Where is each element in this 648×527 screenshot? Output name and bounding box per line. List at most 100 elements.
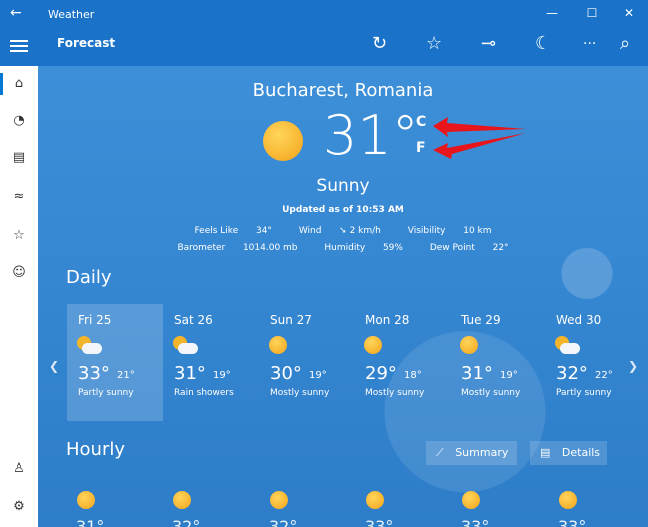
search-icon[interactable]: ⌕ [620,34,630,54]
refresh-icon[interactable]: ↻ [372,34,387,54]
pin-icon[interactable]: ⊸ [481,34,496,54]
sidebar: ⌂ ◔ ▤ ≈ ☆ ☺ ♙ ⚙ [0,66,39,527]
hour-temp: 32° [269,517,298,527]
day-low: 21° [117,370,135,381]
chart-icon: ⟋ [436,446,444,459]
day-name: Sat 26 [174,313,213,327]
sidebar-item-favorites[interactable]: ☆ [0,221,38,251]
day-high: 31° [461,363,493,384]
sunny-icon [263,121,303,161]
summary-button[interactable]: ⟋ Summary [426,441,517,465]
wind-stat: Wind ➘ 2 km/h [298,226,381,236]
hourly-heading: Hourly [66,439,126,460]
smiley-icon: ☺ [12,265,26,280]
day-description: Rain showers [174,388,234,398]
red-annotation-arrows [433,117,526,159]
sidebar-item-settings[interactable]: ⚙ [0,492,38,522]
day-high: 31° [174,363,206,384]
window-title: Weather [48,8,95,21]
partly-sunny-icon [555,336,581,356]
hour-temp: 33° [558,517,587,527]
location-name: Bucharest, Romania [252,80,434,101]
barometer-stat: Barometer 1014.00 mb [177,243,298,253]
sun-icon [364,336,382,354]
day-high: 30° [270,363,302,384]
day-high: 33° [78,363,110,384]
hour-sun-icon [366,491,384,509]
forecast-panel: Bucharest, Romania 31° C F Sunny Updated… [38,66,648,527]
day-card[interactable]: Tue 29 31° 19° Mostly sunny [450,304,546,421]
hamburger-menu-icon[interactable] [10,37,28,55]
fahrenheit-toggle[interactable]: F [416,140,426,156]
settings-gear-icon: ⚙ [13,499,25,514]
day-card[interactable]: Sun 27 30° 19° Mostly sunny [259,304,355,421]
hour-temp: 31° [76,517,105,527]
day-name: Fri 25 [78,313,112,327]
day-low: 22° [595,370,613,381]
daily-heading: Daily [66,267,112,288]
day-card[interactable]: Fri 25 33° 21° Partly sunny [67,304,163,421]
day-name: Sun 27 [270,313,312,327]
details-label: Details [561,446,601,459]
day-high: 29° [365,363,397,384]
day-card[interactable]: Sat 26 31° 19° Rain showers [163,304,259,421]
page-title: Forecast [57,36,116,50]
stats-row-1: Feels Like 34° Wind ➘ 2 km/h Visibility … [38,226,648,236]
day-low: 18° [404,370,422,381]
back-arrow-icon[interactable]: ← [10,5,22,21]
hour-sun-icon [270,491,288,509]
summary-label: Summary [455,446,509,459]
day-card[interactable]: Wed 30 32° 22° Partly sunny [545,304,641,421]
details-button[interactable]: ▤ Details [530,441,607,465]
dew-point-stat: Dew Point 22° [429,243,509,253]
maximize-button[interactable]: ☐ [585,6,599,20]
sidebar-item-historical[interactable]: ≈ [0,182,38,212]
day-description: Mostly sunny [270,388,330,398]
sun-icon [269,336,287,354]
rain-showers-icon [173,336,199,356]
home-icon: ⌂ [14,76,24,91]
hour-temp: 32° [172,517,201,527]
current-temperature: 31° [323,104,419,167]
sidebar-item-news[interactable]: ▤ [0,143,38,173]
hour-temp: 33° [461,517,490,527]
minimize-button[interactable]: — [545,6,559,20]
day-description: Mostly sunny [365,388,425,398]
hour-sun-icon [77,491,95,509]
prev-days-chevron-icon[interactable]: ❮ [49,359,59,373]
hour-temp: 33° [365,517,394,527]
hour-sun-icon [173,491,191,509]
favorites-list-icon: ☆ [13,228,25,243]
title-bar: ← Weather — ☐ ✕ [0,0,648,29]
radar-icon: ◔ [13,113,25,128]
day-card[interactable]: Mon 28 29° 18° Mostly sunny [354,304,450,421]
updated-time: Updated as of 10:53 AM [282,205,404,215]
account-icon: ♙ [13,461,25,476]
day-low: 19° [309,370,327,381]
day-description: Mostly sunny [461,388,521,398]
sidebar-item-life[interactable]: ☺ [0,258,38,288]
celsius-toggle[interactable]: C [416,114,426,130]
partly-sunny-icon [77,336,103,356]
day-description: Partly sunny [78,388,134,398]
day-low: 19° [500,370,518,381]
feels-like-stat: Feels Like 34° [194,226,272,236]
historical-chart-icon: ≈ [13,189,25,204]
sidebar-item-home[interactable]: ⌂ [0,69,38,99]
day-name: Wed 30 [556,313,602,327]
sun-icon [460,336,478,354]
favorite-star-icon[interactable]: ☆ [426,34,442,54]
sidebar-item-account[interactable]: ♙ [0,454,38,484]
day-high: 32° [556,363,588,384]
day-name: Mon 28 [365,313,410,327]
day-low: 19° [213,370,231,381]
dark-mode-moon-icon[interactable]: ☾ [535,34,551,54]
hour-sun-icon [559,491,577,509]
app-bar: Forecast ↻ ☆ ⊸ ☾ ··· ⌕ [0,29,648,66]
humidity-stat: Humidity 59% [324,243,403,253]
more-options-icon[interactable]: ··· [583,34,596,54]
close-button[interactable]: ✕ [622,6,636,20]
day-name: Tue 29 [461,313,501,327]
details-list-icon: ▤ [540,446,551,459]
sidebar-item-maps[interactable]: ◔ [0,106,38,136]
